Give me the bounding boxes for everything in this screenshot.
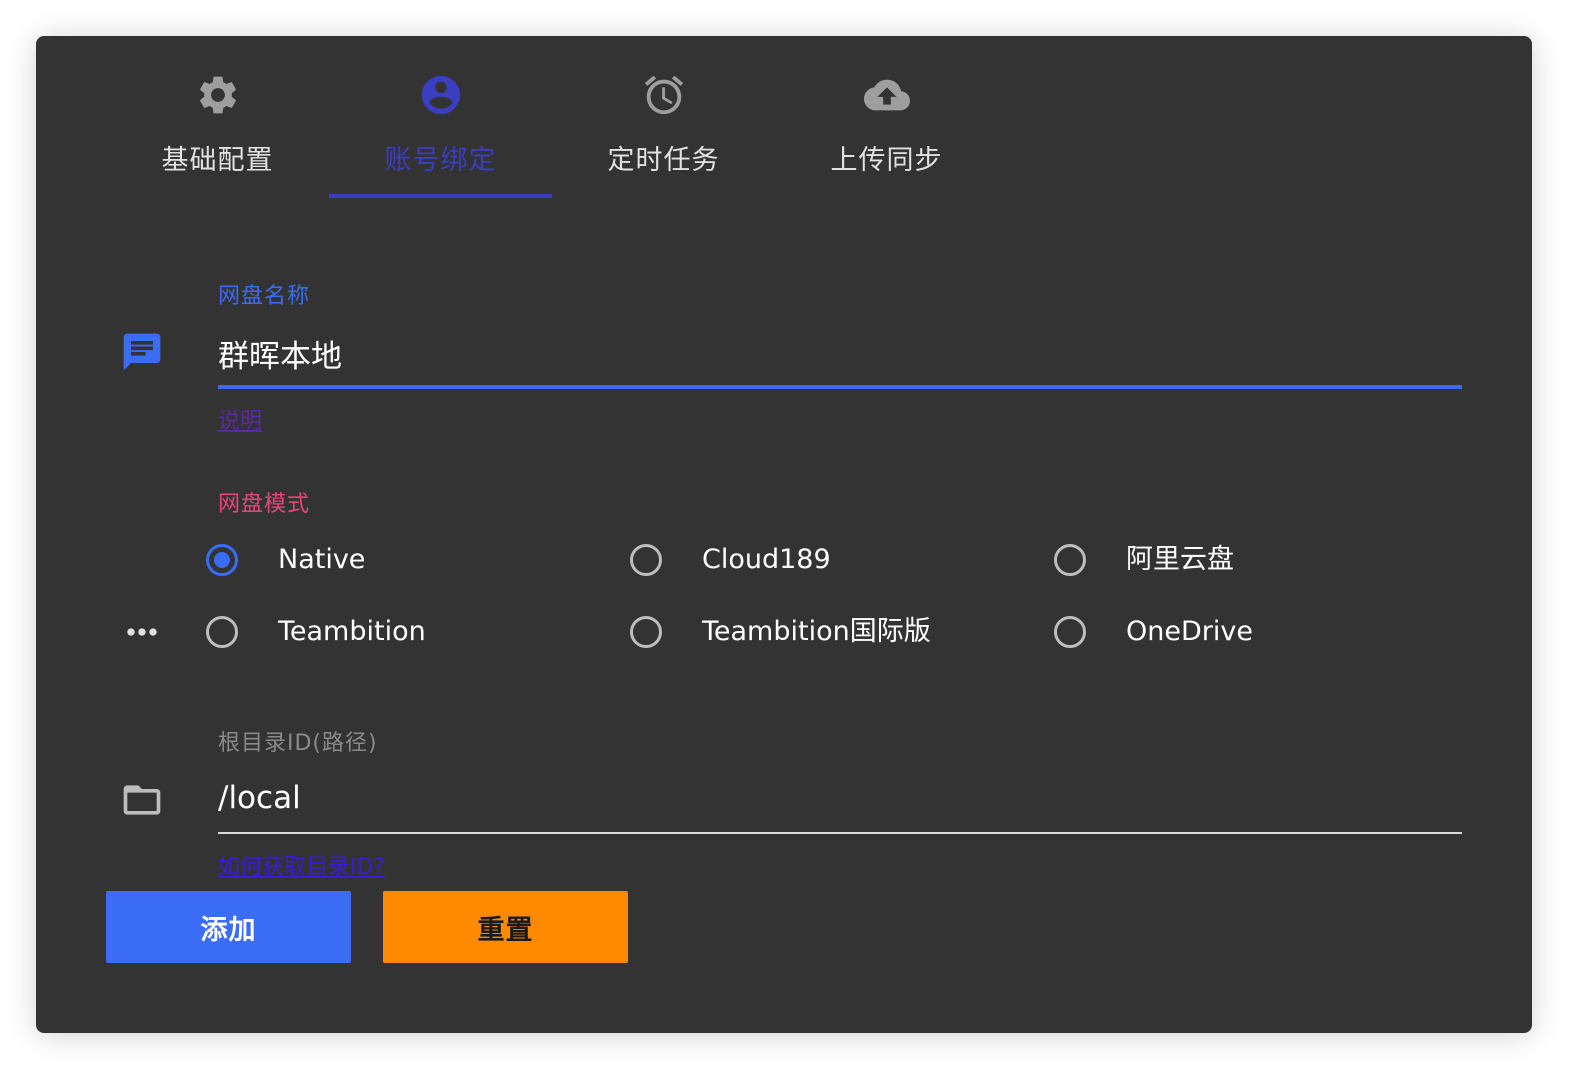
tab-label: 定时任务	[607, 145, 720, 176]
alarm-clock-icon	[641, 72, 687, 118]
radio-label: Native	[278, 544, 366, 575]
reset-button[interactable]: 重置	[383, 891, 628, 963]
gear-icon	[195, 72, 241, 118]
cloud-upload-icon	[863, 72, 910, 118]
more-horizontal-icon	[120, 610, 164, 654]
name-field-label: 网盘名称	[218, 284, 311, 309]
name-field-underline	[218, 385, 1462, 389]
radio-label: Teambition	[278, 616, 426, 647]
radio-button-checked[interactable]	[206, 544, 238, 576]
radio-label: 阿里云盘	[1126, 544, 1234, 575]
radio-button[interactable]	[630, 616, 662, 648]
root-field-underline	[218, 832, 1462, 834]
message-icon	[120, 330, 164, 374]
how-to-get-dir-id-link[interactable]: 如何获取目录ID?	[218, 849, 385, 881]
active-tab-indicator	[329, 194, 552, 198]
tab-bar: 基础配置 账号绑定 定时任务 上传同步	[106, 36, 998, 198]
account-circle-icon	[418, 72, 464, 118]
folder-icon	[120, 778, 164, 822]
radio-button[interactable]	[1054, 616, 1086, 648]
settings-window: 基础配置 账号绑定 定时任务 上传同步 网盘名称 说明 网盘模式	[36, 36, 1532, 1033]
tab-scheduled-tasks[interactable]: 定时任务	[552, 36, 775, 198]
tab-label: 上传同步	[830, 145, 943, 176]
radio-label: Cloud189	[702, 544, 831, 575]
tab-account-binding[interactable]: 账号绑定	[329, 36, 552, 198]
radio-label: OneDrive	[1126, 616, 1253, 647]
radio-button[interactable]	[630, 544, 662, 576]
tab-basic-config[interactable]: 基础配置	[106, 36, 329, 198]
add-button[interactable]: 添加	[106, 891, 351, 963]
mode-field-label: 网盘模式	[218, 492, 311, 517]
radio-label: Teambition国际版	[702, 616, 931, 647]
tab-upload-sync[interactable]: 上传同步	[775, 36, 998, 198]
tab-label: 基础配置	[161, 145, 274, 176]
radio-button[interactable]	[206, 616, 238, 648]
tab-label: 账号绑定	[384, 145, 497, 176]
root-dir-input[interactable]	[218, 778, 1462, 818]
radio-button[interactable]	[1054, 544, 1086, 576]
disk-name-input[interactable]	[218, 333, 1462, 373]
name-field-hint[interactable]: 说明	[218, 403, 262, 435]
root-field-label: 根目录ID(路径)	[218, 731, 378, 756]
